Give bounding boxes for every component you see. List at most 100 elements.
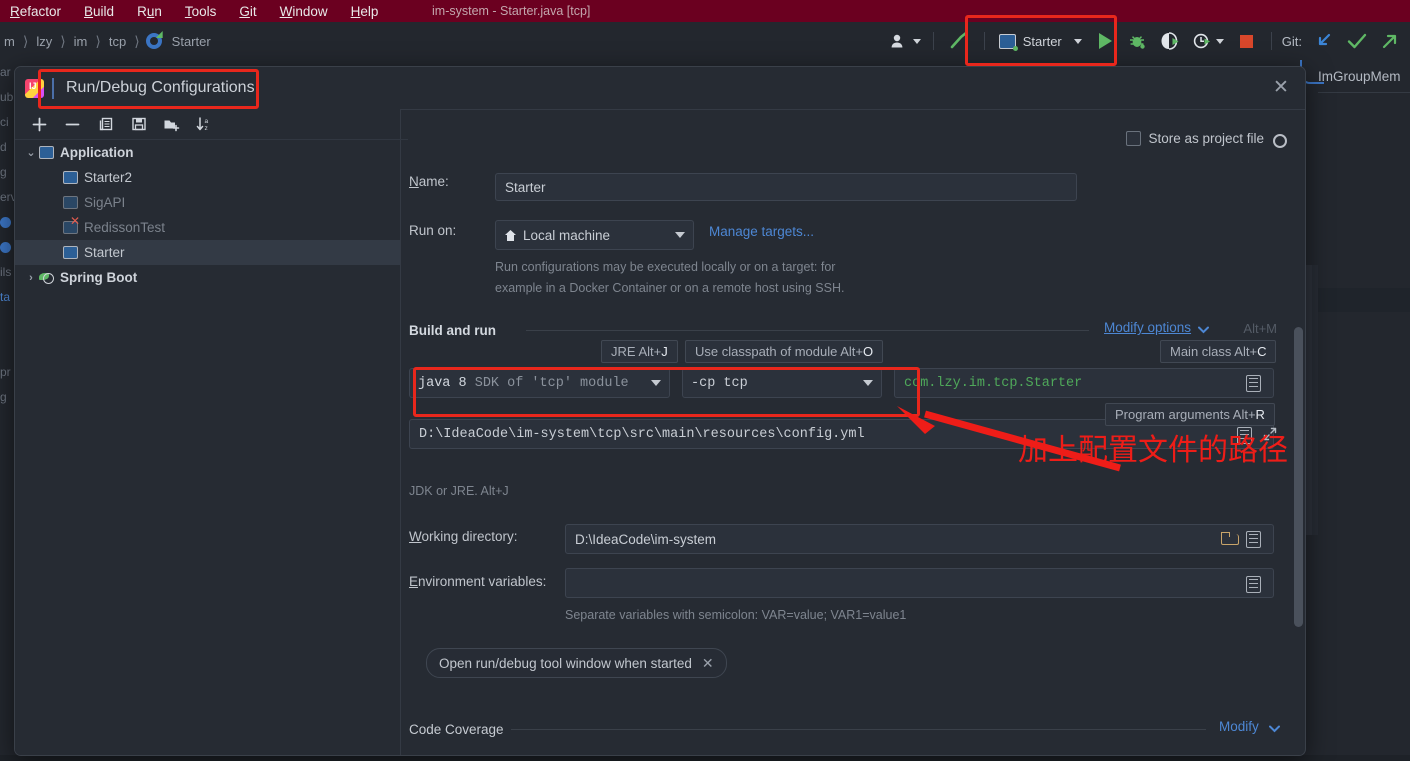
git-commit-button[interactable] <box>1340 22 1374 60</box>
breadcrumb-item-0[interactable]: m <box>2 34 17 49</box>
tree-node-label: Starter2 <box>84 170 133 185</box>
add-configuration-button[interactable] <box>23 109 56 139</box>
working-directory-input[interactable]: D:\IdeaCode\im-system <box>565 524 1274 554</box>
remove-icon <box>65 123 80 125</box>
sort-alphabetically-button[interactable]: a z <box>188 109 221 139</box>
menu-item-tools[interactable]: Tools <box>185 4 217 19</box>
editor-fragment: d <box>0 140 7 154</box>
dialog-title-bar: Run/Debug Configurations ✕ <box>15 67 1305 110</box>
profile-button[interactable] <box>1187 22 1230 60</box>
environment-variables-input[interactable] <box>565 568 1274 598</box>
modify-options-link[interactable]: Modify options <box>1104 320 1191 335</box>
build-button[interactable] <box>942 22 978 60</box>
close-icon[interactable]: ✕ <box>702 655 714 672</box>
chevron-down-icon <box>1073 38 1082 44</box>
menu-item-refactor[interactable]: Refactor <box>10 4 61 19</box>
git-push-button[interactable] <box>1374 22 1406 60</box>
breadcrumb-item-2[interactable]: im <box>72 34 90 49</box>
config-error-icon: ✕ <box>63 215 80 234</box>
chevron-down-icon[interactable] <box>1198 326 1209 334</box>
git-label: Git: <box>1281 33 1302 49</box>
toolbar-divider <box>983 32 985 50</box>
browse-main-class-icon[interactable] <box>1246 375 1261 392</box>
tree-toolbar: a z <box>15 109 408 140</box>
chevron-down-icon[interactable]: ⌄ <box>23 146 39 159</box>
new-folder-button[interactable] <box>155 109 188 139</box>
menu-item-help[interactable]: Help <box>351 4 379 19</box>
editor-fragment <box>0 335 14 360</box>
account-button[interactable] <box>886 22 925 60</box>
tree-node-spring-boot[interactable]: › Spring Boot <box>15 265 400 290</box>
store-as-project-file-label: Store as project file <box>1148 131 1264 146</box>
run-configuration-selector[interactable]: Starter <box>991 28 1090 54</box>
spring-boot-icon <box>39 271 54 285</box>
tree-node-redissontest[interactable]: ✕ RedissonTest <box>15 215 400 240</box>
main-class-input[interactable]: com.lzy.im.tcp.Starter <box>894 368 1274 398</box>
menu-item-git[interactable]: Git <box>239 4 256 19</box>
tree-node-starter2[interactable]: Starter2 <box>15 165 400 190</box>
name-input[interactable]: Starter <box>495 173 1077 201</box>
form-scrollbar-thumb[interactable] <box>1294 327 1303 627</box>
working-directory-value: D:\IdeaCode\im-system <box>575 531 717 547</box>
ide-menu-bar: Refactor Build Run Tools Git Window Help… <box>0 0 1410 22</box>
gear-icon[interactable] <box>1271 132 1287 148</box>
tree-node-label: RedissonTest <box>84 220 166 235</box>
store-as-project-file-checkbox[interactable] <box>1126 131 1142 146</box>
debug-button[interactable] <box>1121 22 1153 60</box>
menu-item-window[interactable]: Window <box>280 4 328 19</box>
save-configuration-button[interactable] <box>122 109 155 139</box>
folder-icon[interactable] <box>1221 532 1239 545</box>
new-folder-icon <box>164 120 180 131</box>
menu-item-build[interactable]: Build <box>84 4 114 19</box>
editor-fragment: ils <box>0 265 12 279</box>
bug-icon <box>1129 36 1145 49</box>
code-coverage-modify-link[interactable]: Modify <box>1219 719 1259 734</box>
home-icon <box>505 229 516 241</box>
class-icon <box>145 31 163 49</box>
run-button[interactable] <box>1090 22 1121 60</box>
classpath-dropdown[interactable]: -cp tcp <box>682 368 882 398</box>
run-on-dropdown[interactable]: Local machine <box>495 220 694 250</box>
chevron-down-icon <box>1215 38 1224 44</box>
close-icon[interactable]: ✕ <box>1271 78 1291 98</box>
stop-button[interactable] <box>1230 22 1263 60</box>
copy-configuration-button[interactable] <box>89 109 122 139</box>
editor-tab-imgroupmember[interactable]: ImGroupMem <box>1318 62 1401 92</box>
toolbar-divider <box>932 32 934 50</box>
arrow-up-right-icon <box>1382 34 1397 49</box>
git-update-button[interactable] <box>1308 22 1340 60</box>
hammer-icon <box>950 31 968 49</box>
editor-fragment: erv <box>0 190 14 204</box>
jre-dropdown[interactable]: java 8 SDK of 'tcp' module <box>409 368 670 398</box>
chevron-down-icon[interactable] <box>1269 725 1280 733</box>
breadcrumb-item-3[interactable]: tcp <box>107 34 128 49</box>
edit-environment-variables-icon[interactable] <box>1246 576 1261 593</box>
tree-node-application[interactable]: ⌄ Application <box>15 140 400 165</box>
environment-variables-label: Environment variables: <box>409 574 547 589</box>
intellij-logo-icon <box>25 79 44 98</box>
chip-label: Open run/debug tool window when started <box>439 655 692 671</box>
window-title: im-system - Starter.java [tcp] <box>432 4 591 18</box>
configurations-tree: ⌄ Application Starter2 SigAPI ✕ Redisson… <box>15 140 400 755</box>
open-run-debug-tool-window-chip[interactable]: Open run/debug tool window when started … <box>426 648 727 678</box>
tree-node-starter[interactable]: Starter <box>15 240 400 265</box>
title-accent-bar <box>52 78 54 99</box>
macro-list-icon[interactable] <box>1246 531 1261 548</box>
breadcrumb-item-1[interactable]: lzy <box>34 34 54 49</box>
config-icon <box>63 246 78 259</box>
tree-node-sigapi[interactable]: SigAPI <box>15 190 400 215</box>
store-as-project-file-row[interactable]: Store as project file <box>1126 131 1287 148</box>
tree-node-label: Application <box>60 145 134 160</box>
annotation-callout-text: 加上配置文件的路径 <box>1018 433 1288 468</box>
ide-toolbar-right: Starter Git: <box>886 22 1410 60</box>
breadcrumb-item-4[interactable]: Starter <box>170 34 213 49</box>
code-coverage-title: Code Coverage <box>409 722 504 737</box>
chevron-right-icon[interactable]: › <box>23 272 39 284</box>
panel-row-highlight <box>1318 288 1410 312</box>
arrow-down-left-icon <box>1318 33 1331 46</box>
remove-configuration-button[interactable] <box>56 109 89 139</box>
menu-item-run[interactable]: Run <box>137 4 162 19</box>
run-with-coverage-button[interactable] <box>1153 22 1187 60</box>
dialog-title: Run/Debug Configurations <box>66 79 255 96</box>
manage-targets-link[interactable]: Manage targets... <box>709 224 814 239</box>
